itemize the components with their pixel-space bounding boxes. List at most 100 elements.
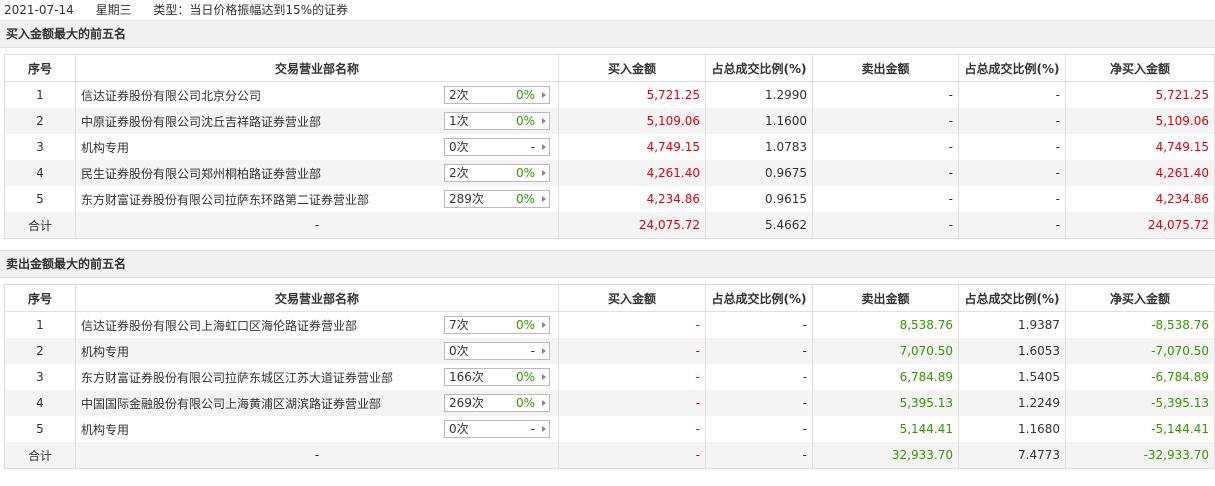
history-count-dropdown[interactable]: 7次 0% bbox=[444, 316, 550, 334]
net-amount: -7,070.50 bbox=[1065, 338, 1215, 364]
history-win-rate: 0% bbox=[515, 88, 535, 102]
history-count-dropdown[interactable]: 0次 - bbox=[444, 138, 550, 156]
buy-ratio: 1.1600 bbox=[705, 108, 813, 134]
type-text: 类型：当日价格振幅达到15%的证券 bbox=[153, 3, 349, 17]
history-count-dropdown[interactable]: 1次 0% bbox=[444, 112, 550, 130]
buy-amount: - bbox=[558, 390, 706, 416]
weekday-text: 星期三 bbox=[95, 3, 132, 17]
row-no: 2 bbox=[4, 338, 76, 364]
history-count-dropdown[interactable]: 269次 0% bbox=[444, 394, 550, 412]
branch-name-link[interactable]: 信达证券股份有限公司上海虹口区海伦路证券营业部 bbox=[81, 317, 357, 334]
branch-name-link[interactable]: 中原证券股份有限公司沈丘吉祥路证券营业部 bbox=[81, 113, 321, 130]
col-header-buy: 买入金额 bbox=[558, 54, 706, 82]
history-count-dropdown[interactable]: 289次 0% bbox=[444, 190, 550, 208]
row-no: 4 bbox=[4, 390, 76, 416]
history-win-rate: - bbox=[530, 344, 535, 358]
history-win-rate: 0% bbox=[515, 370, 535, 384]
buy-table-body: 1 信达证券股份有限公司北京分公司 2次 0% 5,721.25 1.2990- -5,72… bbox=[4, 81, 1215, 239]
col-header-buy: 买入金额 bbox=[558, 284, 706, 312]
history-count-dropdown[interactable]: 0次 - bbox=[444, 342, 550, 360]
row-no: 3 bbox=[4, 134, 76, 160]
branch-name-link[interactable]: 东方财富证券股份有限公司拉萨东环路第二证券营业部 bbox=[81, 191, 369, 208]
col-header-sell-ratio: 占总成交比例(%) bbox=[958, 54, 1066, 82]
triangle-right-icon bbox=[542, 374, 546, 380]
row-no: 4 bbox=[4, 160, 76, 186]
history-count-dropdown[interactable]: 2次 0% bbox=[444, 164, 550, 182]
table-row: 2 中原证券股份有限公司沈丘吉祥路证券营业部 1次 0% 5,109.06 1.1600-… bbox=[4, 108, 1215, 134]
col-header-no: 序号 bbox=[4, 284, 76, 312]
net-amount: -6,784.89 bbox=[1065, 364, 1215, 390]
sell-ratio: 1.1680 bbox=[958, 416, 1066, 442]
total-buy-ratio: 5.4662 bbox=[705, 212, 813, 239]
branch-name-link[interactable]: 信达证券股份有限公司北京分公司 bbox=[81, 87, 261, 104]
buy-amount: 5,721.25 bbox=[558, 81, 706, 108]
branch-name-link[interactable]: 民生证券股份有限公司郑州桐柏路证券营业部 bbox=[81, 165, 321, 182]
sell-amount: - bbox=[812, 108, 959, 134]
buy-ratio: 1.0783 bbox=[705, 134, 813, 160]
history-count: 2次 bbox=[449, 88, 469, 102]
branch-name-cell: 信达证券股份有限公司北京分公司 2次 0% bbox=[75, 81, 559, 108]
net-amount: 4,234.86 bbox=[1065, 186, 1215, 212]
table-row: 3 机构专用 0次 -4,749.15 1.0783- -4,749.15 bbox=[4, 134, 1215, 160]
history-win-rate: 0% bbox=[515, 396, 535, 410]
net-amount: -5,395.13 bbox=[1065, 390, 1215, 416]
history-count-dropdown[interactable]: 166次 0% bbox=[444, 368, 550, 386]
sell-ratio: - bbox=[958, 186, 1066, 212]
buy-ratio: - bbox=[705, 364, 813, 390]
branch-name-cell: 机构专用 0次 - bbox=[75, 134, 559, 160]
branch-name-link[interactable]: 中国国际金融股份有限公司上海黄浦区湖滨路证券营业部 bbox=[81, 395, 381, 412]
table-row: 5 东方财富证券股份有限公司拉萨东环路第二证券营业部 289次 0% 4,234.86 0… bbox=[4, 186, 1215, 212]
total-label: 合计 bbox=[4, 212, 76, 239]
buy-table: 序号 交易营业部名称 买入金额 占总成交比例(%) 卖出金额 占总成交比例(%)… bbox=[4, 54, 1215, 239]
branch-name-link[interactable]: 机构专用 bbox=[81, 421, 129, 438]
triangle-right-icon bbox=[542, 348, 546, 354]
buy-ratio: - bbox=[705, 338, 813, 364]
net-amount: 5,109.06 bbox=[1065, 108, 1215, 134]
branch-name-link[interactable]: 机构专用 bbox=[81, 343, 129, 360]
history-count: 1次 bbox=[449, 114, 469, 128]
triangle-right-icon bbox=[542, 196, 546, 202]
buy-amount: - bbox=[558, 311, 706, 338]
history-count-dropdown[interactable]: 0次 - bbox=[444, 420, 550, 438]
total-buy-amount: - bbox=[558, 442, 706, 469]
net-amount: -5,144.41 bbox=[1065, 416, 1215, 442]
sell-ratio: 1.5405 bbox=[958, 364, 1066, 390]
triangle-right-icon bbox=[542, 322, 546, 328]
net-amount: -8,538.76 bbox=[1065, 311, 1215, 338]
net-amount: 4,261.40 bbox=[1065, 160, 1215, 186]
row-no: 1 bbox=[4, 81, 76, 108]
table-row: 1 信达证券股份有限公司北京分公司 2次 0% 5,721.25 1.2990- -5,72… bbox=[4, 81, 1215, 108]
sell-ratio: 1.2249 bbox=[958, 390, 1066, 416]
sell-table-header: 序号 交易营业部名称 买入金额 占总成交比例(%) 卖出金额 占总成交比例(%)… bbox=[4, 284, 1215, 312]
sell-amount: - bbox=[812, 160, 959, 186]
buy-ratio: 1.2990 bbox=[705, 81, 813, 108]
col-header-name: 交易营业部名称 bbox=[75, 284, 559, 312]
history-count: 166次 bbox=[449, 370, 484, 384]
branch-name-link[interactable]: 机构专用 bbox=[81, 139, 129, 156]
buy-ratio: - bbox=[705, 390, 813, 416]
history-count: 269次 bbox=[449, 396, 484, 410]
sell-amount: 5,144.41 bbox=[812, 416, 959, 442]
history-count-dropdown[interactable]: 2次 0% bbox=[444, 86, 550, 104]
total-row: 合计 - - -32,933.70 7.4773 -32,933.70 bbox=[4, 442, 1215, 469]
branch-name-cell: 信达证券股份有限公司上海虹口区海伦路证券营业部 7次 0% bbox=[75, 311, 559, 338]
buy-amount: 4,234.86 bbox=[558, 186, 706, 212]
col-header-net: 净买入金额 bbox=[1065, 284, 1215, 312]
buy-amount: 4,749.15 bbox=[558, 134, 706, 160]
buy-section-title: 买入金额最大的前五名 bbox=[0, 20, 1215, 48]
total-label: 合计 bbox=[4, 442, 76, 469]
branch-name-cell: 东方财富证券股份有限公司拉萨东城区江苏大道证券营业部 166次 0% bbox=[75, 364, 559, 390]
triangle-right-icon bbox=[542, 118, 546, 124]
total-buy-amount: 24,075.72 bbox=[558, 212, 706, 239]
buy-table-header: 序号 交易营业部名称 买入金额 占总成交比例(%) 卖出金额 占总成交比例(%)… bbox=[4, 54, 1215, 82]
total-net-amount: 24,075.72 bbox=[1065, 212, 1215, 239]
table-row: 2 机构专用 0次 - - -7,070.50 1.6053 -7,070.50 bbox=[4, 338, 1215, 364]
col-header-net: 净买入金额 bbox=[1065, 54, 1215, 82]
branch-name-link[interactable]: 东方财富证券股份有限公司拉萨东城区江苏大道证券营业部 bbox=[81, 369, 393, 386]
branch-name-cell: 中原证券股份有限公司沈丘吉祥路证券营业部 1次 0% bbox=[75, 108, 559, 134]
history-win-rate: - bbox=[530, 422, 535, 436]
sell-table-body: 1 信达证券股份有限公司上海虹口区海伦路证券营业部 7次 0% - -8,538.76 1.… bbox=[4, 311, 1215, 469]
sell-ratio: 1.6053 bbox=[958, 338, 1066, 364]
sell-ratio: - bbox=[958, 134, 1066, 160]
col-header-name: 交易营业部名称 bbox=[75, 54, 559, 82]
